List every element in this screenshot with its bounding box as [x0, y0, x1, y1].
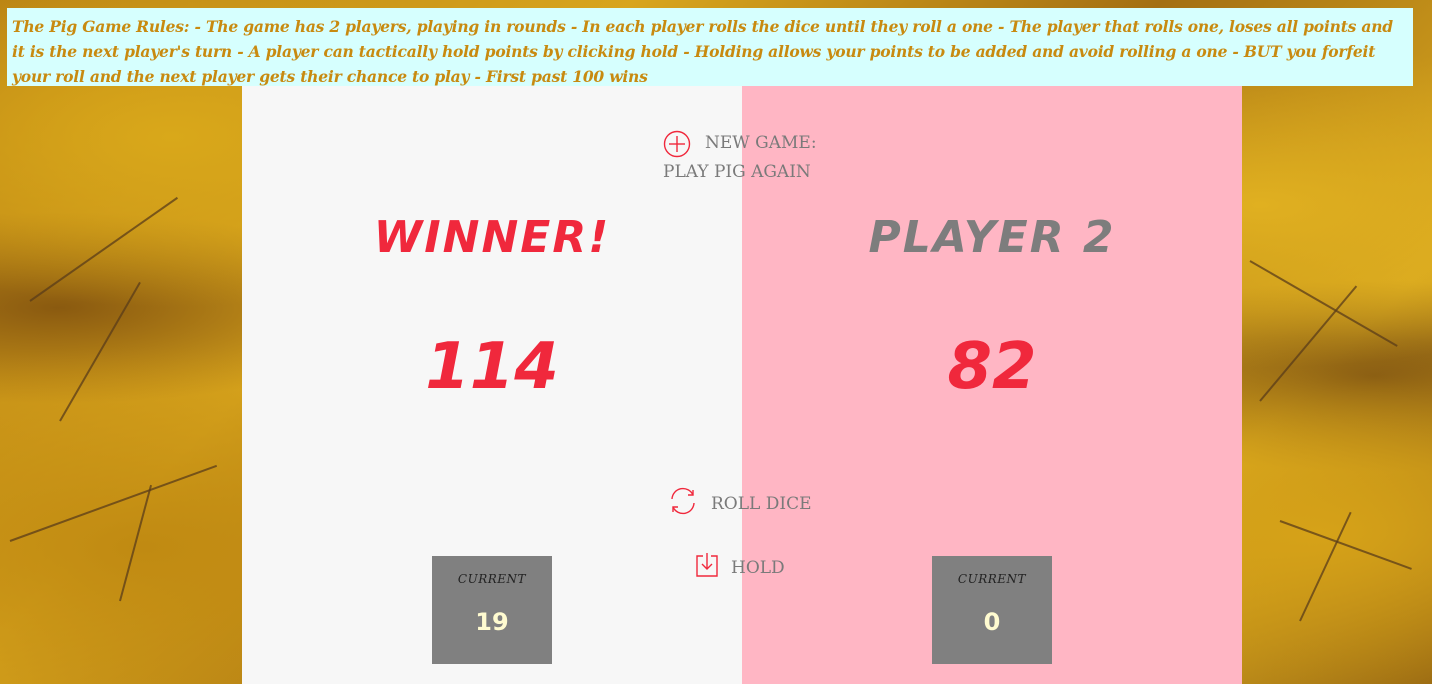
hold-label: HOLD [731, 557, 785, 578]
player-2-name: PLAYER 2 [868, 212, 1116, 263]
player-2-current-score: 0 [983, 608, 1001, 636]
plus-circle-icon [663, 130, 691, 163]
player-2-current-label: CURRENT [957, 572, 1027, 586]
hold-button[interactable]: HOLD [695, 552, 785, 583]
new-game-button[interactable]: NEW GAME: PLAY PIG AGAIN [663, 130, 817, 187]
player-1-current-label: CURRENT [457, 572, 527, 586]
roll-dice-button[interactable]: ROLL DICE [667, 486, 811, 521]
download-icon [695, 552, 719, 583]
roll-dice-label: ROLL DICE [711, 493, 812, 514]
player-1-current-box: CURRENT 19 [432, 556, 552, 664]
new-game-label-line1: NEW GAME: [705, 133, 817, 153]
player-1-score: 114 [425, 330, 559, 404]
player-1-name: WINNER! [373, 212, 611, 263]
player-2-score: 82 [947, 330, 1037, 404]
player-2-current-box: CURRENT 0 [932, 556, 1052, 664]
refresh-icon [667, 486, 699, 521]
player-2-panel: PLAYER 2 82 CURRENT 0 [742, 86, 1242, 684]
player-1-current-score: 19 [475, 608, 509, 636]
game-rules: The Pig Game Rules: - The game has 2 pla… [7, 8, 1413, 86]
